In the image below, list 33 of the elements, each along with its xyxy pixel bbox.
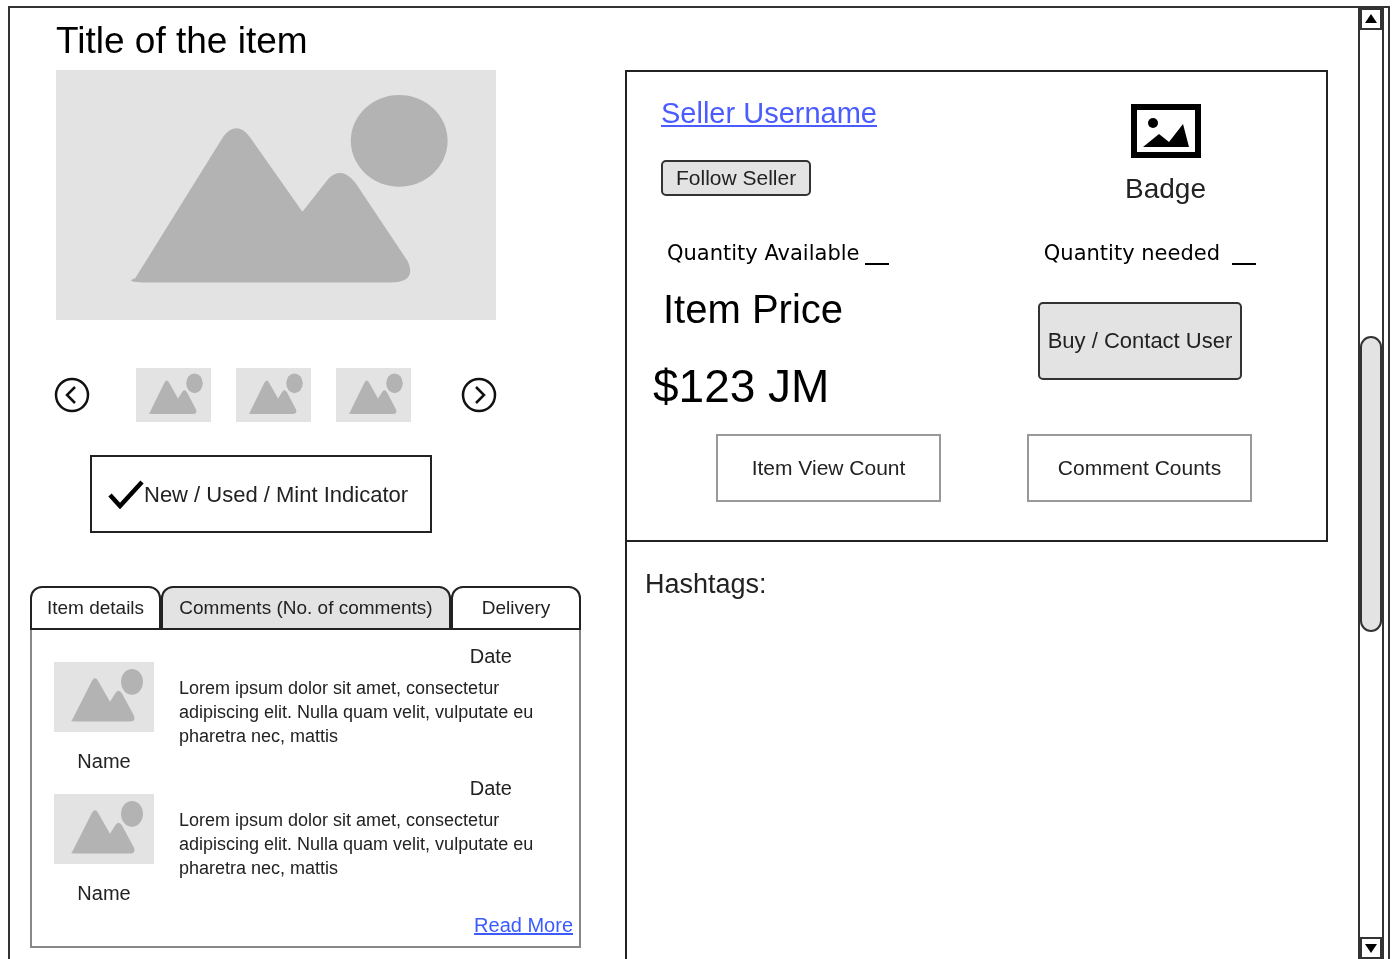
comment-text: Lorem ipsum dolor sit amet, consectetur adipiscing elit. Nulla quam velit, vulputate eu pharetra nec, mattis xyxy=(179,809,535,880)
buy-contact-button[interactable]: Buy / Contact User xyxy=(1038,301,1242,380)
tab[interactable]: Delivery xyxy=(451,586,581,630)
seller-username-link[interactable]: Seller Username xyxy=(661,92,877,136)
stat-box: Item View Count xyxy=(716,433,941,502)
scrollbar[interactable] xyxy=(1358,8,1384,959)
tab[interactable]: Comments (No. of comments) xyxy=(161,586,451,630)
next-icon[interactable] xyxy=(461,377,497,413)
quantity-needed-label: Quantity needed xyxy=(1043,240,1220,267)
item-price-label: Item Price xyxy=(663,285,844,333)
comment-date: Date xyxy=(469,644,512,668)
commenter-name: Name xyxy=(77,881,131,906)
checkmark-icon xyxy=(108,479,144,509)
stat-box: Comment Counts xyxy=(1027,433,1252,502)
read-more-link[interactable]: Read More xyxy=(474,910,573,940)
follow-seller-button[interactable]: Follow Seller xyxy=(661,159,812,196)
tab[interactable]: Item details xyxy=(30,586,161,630)
image-icon xyxy=(1130,104,1201,158)
condition-label: New / Used / Mint Indicator xyxy=(144,480,409,509)
scroll-down-icon[interactable] xyxy=(1360,937,1382,959)
scroll-up-icon[interactable] xyxy=(1360,8,1382,30)
hashtags-label: Hashtags: xyxy=(645,569,767,599)
blank-line xyxy=(865,262,890,265)
quantity-available-label: Quantity Available xyxy=(667,240,860,267)
scrollbar-thumb[interactable] xyxy=(1360,335,1382,632)
price-value: $123 JM xyxy=(653,358,831,414)
previous-icon[interactable] xyxy=(54,377,90,413)
badge-label: Badge xyxy=(1125,172,1206,206)
item-title: Title of the item xyxy=(56,19,309,63)
blank-line xyxy=(1232,262,1256,265)
comment-date: Date xyxy=(469,776,512,800)
comment-text: Lorem ipsum dolor sit amet, consectetur adipiscing elit. Nulla quam velit, vulputate eu pharetra nec, mattis xyxy=(179,677,535,748)
commenter-name: Name xyxy=(77,749,131,774)
